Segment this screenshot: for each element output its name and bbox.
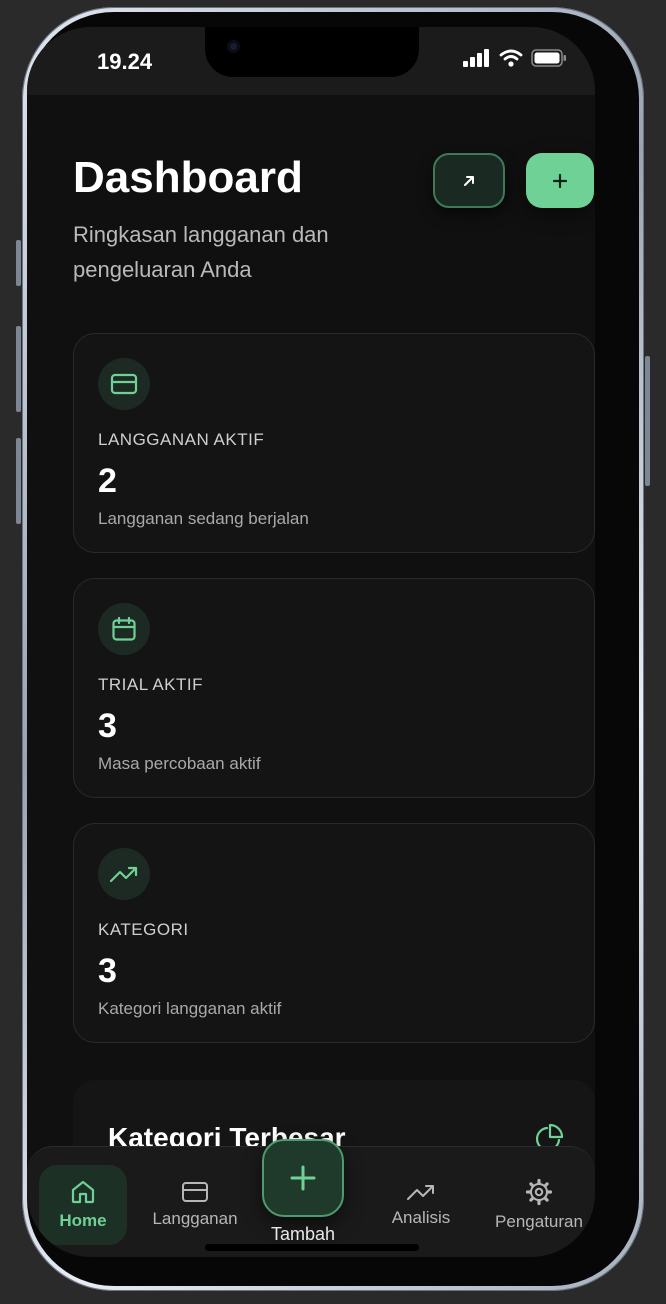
app-screen: 19.24 Dashboard Ringkasan langganan dan … [27,27,595,1257]
nav-label: Analisis [391,1208,451,1227]
stat-description: Kategori langganan aktif [98,999,282,1018]
stat-value: 3 [98,707,117,745]
card-icon-badge [98,358,150,410]
status-time: 19.24 [97,49,153,74]
stat-description: Langganan sedang berjalan [98,509,309,528]
card-icon-badge [98,603,150,655]
plus-icon [552,173,568,188]
volume-down-button [16,438,21,524]
home-icon [71,1180,95,1204]
credit-card-icon [110,373,138,395]
stat-value: 2 [98,462,117,500]
status-icons [463,49,567,67]
page-title: Dashboard [73,153,303,202]
trending-up-icon [407,1185,434,1200]
nav-item-home[interactable]: Home [39,1165,127,1245]
export-button[interactable] [433,153,505,208]
nav-item-settings[interactable]: Pengaturan [477,1165,595,1245]
add-subscription-button[interactable] [526,153,594,208]
card-icon-badge [98,848,150,900]
stat-card-active-subscriptions[interactable]: LANGGANAN AKTIF 2 Langganan sedang berja… [73,333,595,553]
nav-label-add: Tambah [270,1224,336,1244]
stat-label: LANGGANAN AKTIF [98,430,265,449]
stat-label: KATEGORI [98,920,189,939]
volume-up-button [16,326,21,412]
arrow-up-right-icon [464,175,474,186]
stat-value: 3 [98,952,117,990]
front-camera [227,40,240,53]
trending-up-icon [109,866,138,883]
nav-label: Home [59,1211,107,1230]
stat-card-active-trials[interactable]: TRIAL AKTIF 3 Masa percobaan aktif [73,578,595,798]
bottom-navigation: Home Langganan Tambah Analisis Pengatura… [27,1139,595,1257]
gear-icon [525,1178,553,1206]
nav-item-subscriptions[interactable]: Langganan [145,1165,245,1245]
dynamic-notch [205,27,419,77]
battery-icon [531,49,566,67]
nav-item-add[interactable] [262,1139,344,1217]
stat-label: TRIAL AKTIF [98,675,204,694]
page-subtitle: Ringkasan langganan dan pengeluaran Anda [73,222,329,282]
power-button [645,356,650,486]
calendar-icon [112,616,136,641]
stat-description: Masa percobaan aktif [98,754,261,773]
signal-icon [463,49,489,67]
credit-card-icon [182,1182,208,1202]
wifi-icon [499,49,523,67]
home-indicator [205,1244,419,1251]
plus-icon [290,1165,316,1191]
mute-switch [16,240,21,286]
stat-card-categories[interactable]: KATEGORI 3 Kategori langganan aktif [73,823,595,1043]
status-bar: 19.24 [27,27,595,95]
nav-label: Langganan [152,1209,238,1228]
nav-label: Pengaturan [495,1212,583,1231]
nav-item-analytics[interactable]: Analisis [371,1165,471,1245]
